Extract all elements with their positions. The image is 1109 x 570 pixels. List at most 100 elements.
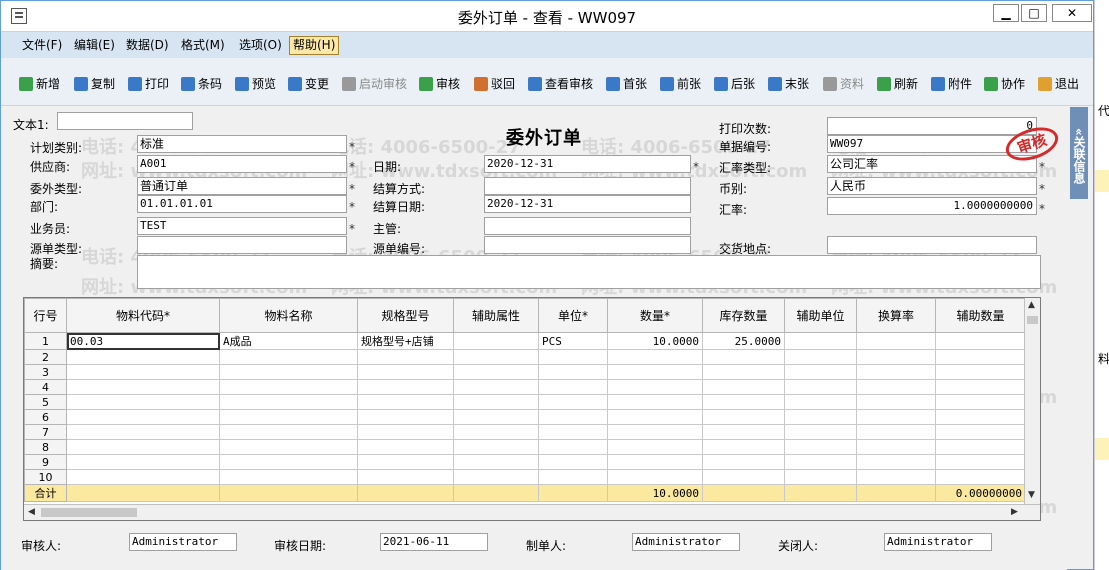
table-cell[interactable] — [66, 349, 220, 365]
toolbar-button-preview[interactable]: 预览 — [235, 75, 276, 93]
table-row[interactable]: 9 — [24, 454, 1026, 470]
toolbar-button-reject[interactable]: 驳回 — [474, 75, 515, 93]
settle-date-field[interactable]: 2020-12-31 — [484, 195, 691, 213]
toolbar-button-plus[interactable]: 新增 — [19, 75, 60, 93]
settle-method-field[interactable] — [484, 177, 691, 195]
table-cell[interactable] — [453, 379, 539, 395]
column-header[interactable]: 辅助属性 — [453, 298, 539, 333]
auditor-field[interactable]: Administrator — [129, 533, 237, 551]
table-cell[interactable] — [453, 409, 539, 425]
column-header[interactable]: 辅助数量 — [935, 298, 1026, 333]
menu-file[interactable]: 文件(F) — [18, 36, 66, 55]
table-row[interactable]: 8 — [24, 439, 1026, 455]
table-row[interactable]: 7 — [24, 424, 1026, 440]
table-cell[interactable] — [607, 469, 703, 485]
table-row[interactable]: 5 — [24, 394, 1026, 410]
table-cell[interactable] — [66, 424, 220, 440]
table-cell[interactable] — [453, 364, 539, 380]
table-cell[interactable]: 00.03 — [66, 332, 220, 350]
scroll-down-arrow-icon[interactable]: ▼ — [1028, 490, 1035, 500]
table-cell[interactable] — [66, 454, 220, 470]
table-cell[interactable] — [453, 332, 539, 350]
table-row[interactable]: 4 — [24, 379, 1026, 395]
table-cell[interactable] — [538, 454, 608, 470]
table-row[interactable]: 3 — [24, 364, 1026, 380]
supplier-field[interactable]: A001 — [137, 155, 347, 173]
menu-edit[interactable]: 编辑(E) — [70, 36, 119, 55]
table-cell[interactable] — [357, 469, 454, 485]
toolbar-button-check[interactable]: 审核 — [419, 75, 460, 93]
table-cell[interactable] — [357, 439, 454, 455]
toolbar-button-refresh-arrows[interactable]: 变更 — [288, 75, 329, 93]
column-header[interactable]: 行号 — [24, 298, 67, 333]
table-cell[interactable] — [357, 364, 454, 380]
table-cell[interactable] — [219, 364, 358, 380]
column-header[interactable]: 换算率 — [856, 298, 936, 333]
toolbar-button-clipboard[interactable]: 启动审核 — [342, 75, 407, 93]
toolbar-button-attachment[interactable]: 附件 — [931, 75, 972, 93]
toolbar-button-copy[interactable]: 复制 — [74, 75, 115, 93]
table-cell[interactable] — [856, 424, 936, 440]
toolbar-button-collaborate[interactable]: 协作 — [984, 75, 1025, 93]
table-cell[interactable] — [538, 439, 608, 455]
table-cell[interactable] — [935, 454, 1026, 470]
plan-type-field[interactable]: 标准 — [137, 135, 347, 153]
table-cell[interactable] — [702, 409, 785, 425]
table-cell[interactable] — [538, 364, 608, 380]
text1-field[interactable] — [57, 112, 193, 130]
table-cell[interactable] — [607, 424, 703, 440]
table-cell[interactable] — [856, 364, 936, 380]
table-cell[interactable] — [219, 349, 358, 365]
table-cell[interactable] — [357, 379, 454, 395]
source-no-field[interactable] — [484, 236, 691, 254]
table-cell[interactable] — [856, 332, 936, 350]
table-cell[interactable] — [453, 394, 539, 410]
table-row[interactable]: 10 — [24, 469, 1026, 485]
table-cell[interactable] — [219, 409, 358, 425]
table-cell[interactable] — [784, 469, 857, 485]
table-cell[interactable] — [357, 424, 454, 440]
table-cell[interactable] — [357, 349, 454, 365]
table-cell[interactable]: 25.0000 — [702, 332, 785, 350]
rate-type-field[interactable]: 公司汇率 — [827, 155, 1037, 173]
salesman-field[interactable]: TEST — [137, 217, 347, 235]
table-cell[interactable] — [453, 439, 539, 455]
table-cell[interactable] — [856, 409, 936, 425]
table-cell[interactable] — [607, 394, 703, 410]
table-cell[interactable] — [702, 424, 785, 440]
toolbar-button-data[interactable]: 资料 — [823, 75, 864, 93]
table-cell[interactable] — [219, 469, 358, 485]
table-cell[interactable] — [66, 409, 220, 425]
outsource-type-field[interactable]: 普通订单 — [137, 177, 347, 195]
table-cell[interactable] — [856, 439, 936, 455]
table-cell[interactable] — [357, 409, 454, 425]
maker-field[interactable]: Administrator — [632, 533, 740, 551]
column-header[interactable]: 规格型号 — [357, 298, 454, 333]
grid-vertical-scrollbar[interactable]: ▲ ▼ — [1024, 298, 1040, 504]
table-cell[interactable] — [607, 364, 703, 380]
table-cell[interactable] — [538, 424, 608, 440]
horizontal-scroll-thumb[interactable] — [41, 508, 137, 517]
table-cell[interactable] — [66, 439, 220, 455]
table-cell[interactable] — [784, 439, 857, 455]
maximize-button[interactable]: □ — [1021, 4, 1047, 22]
table-cell[interactable] — [607, 379, 703, 395]
toolbar-button-barcode[interactable]: 条码 — [181, 75, 222, 93]
table-cell[interactable] — [784, 379, 857, 395]
toolbar-button-view-audit[interactable]: 查看审核 — [528, 75, 593, 93]
dept-field[interactable]: 01.01.01.01 — [137, 195, 347, 213]
table-cell[interactable] — [856, 379, 936, 395]
toolbar-button-first[interactable]: 首张 — [606, 75, 647, 93]
summary-field[interactable] — [137, 255, 1041, 289]
table-cell[interactable] — [856, 394, 936, 410]
column-header[interactable]: 单位* — [538, 298, 608, 333]
currency-field[interactable]: 人民币 — [827, 177, 1037, 195]
table-cell[interactable] — [935, 332, 1026, 350]
column-header[interactable]: 数量* — [607, 298, 703, 333]
menu-data[interactable]: 数据(D) — [122, 36, 173, 55]
table-cell[interactable] — [935, 379, 1026, 395]
table-cell[interactable] — [935, 349, 1026, 365]
scroll-right-arrow-icon[interactable]: ▶ — [1011, 507, 1018, 517]
table-row[interactable]: 1 00.03 A成品 规格型号+店铺 PCS 10.0000 25.0000 — [24, 332, 1026, 350]
table-cell[interactable] — [453, 454, 539, 470]
